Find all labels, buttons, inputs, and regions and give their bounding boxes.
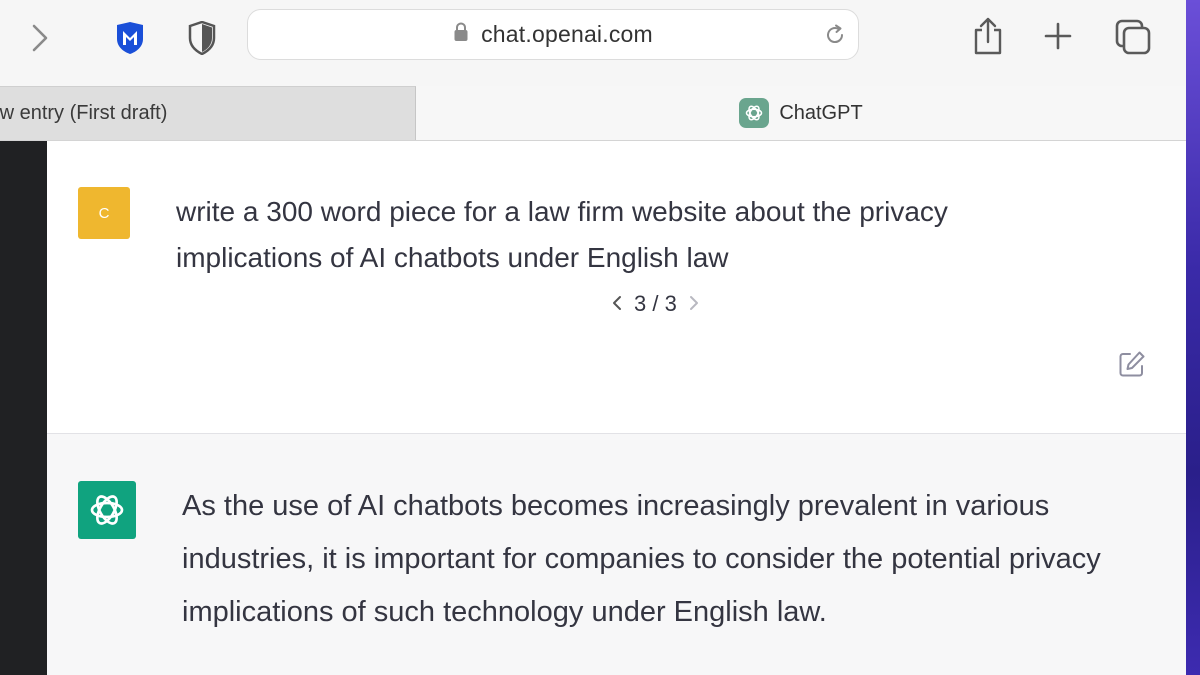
plus-icon[interactable] — [1038, 16, 1078, 56]
pager-count: 3 / 3 — [634, 291, 677, 316]
tab-bar: New entry (First draft) ChatGPT — [0, 86, 1186, 141]
privacy-shield-icon[interactable] — [182, 18, 222, 58]
tab-label: ChatGPT — [779, 101, 863, 124]
lock-icon — [453, 22, 469, 47]
response-pager: 3 / 3 — [612, 291, 699, 317]
desktop-wallpaper — [1186, 0, 1200, 675]
assistant-message-text: As the use of AI chatbots becomes increa… — [182, 490, 1101, 628]
chevron-left-icon[interactable] — [612, 291, 622, 317]
chat-page: C write a 300 word piece for a law firm … — [47, 141, 1186, 675]
mcafee-shield-icon[interactable] — [110, 18, 150, 58]
user-message-block: C write a 300 word piece for a law firm … — [47, 141, 1186, 434]
edit-icon[interactable] — [1115, 347, 1149, 381]
browser-toolbar: chat.openai.com — [0, 0, 1186, 86]
browser-window: chat.openai.com w entry (First draft) Ch… — [0, 0, 1200, 675]
sidebar — [0, 141, 47, 675]
share-icon[interactable] — [968, 14, 1008, 58]
assistant-message-block: As the use of AI chatbots becomes increa… — [47, 434, 1186, 675]
chevron-right-icon[interactable] — [22, 18, 58, 58]
tab-chatgpt[interactable]: ChatGPT — [416, 86, 1186, 140]
url-text: chat.openai.com — [481, 21, 653, 47]
tab-label: New entry (First draft) — [0, 102, 168, 124]
address-bar[interactable]: chat.openai.com — [247, 9, 859, 60]
chevron-right-icon[interactable] — [689, 291, 699, 317]
openai-logo-icon — [78, 481, 136, 539]
chatgpt-favicon-icon — [739, 98, 770, 128]
tab-overview-icon[interactable] — [1112, 16, 1154, 58]
user-message-text: write a 300 word piece for a law firm we… — [176, 196, 948, 273]
reload-icon[interactable] — [822, 22, 848, 48]
tab-new-entry[interactable]: New entry (First draft) — [0, 86, 416, 140]
user-avatar: C — [78, 187, 130, 239]
